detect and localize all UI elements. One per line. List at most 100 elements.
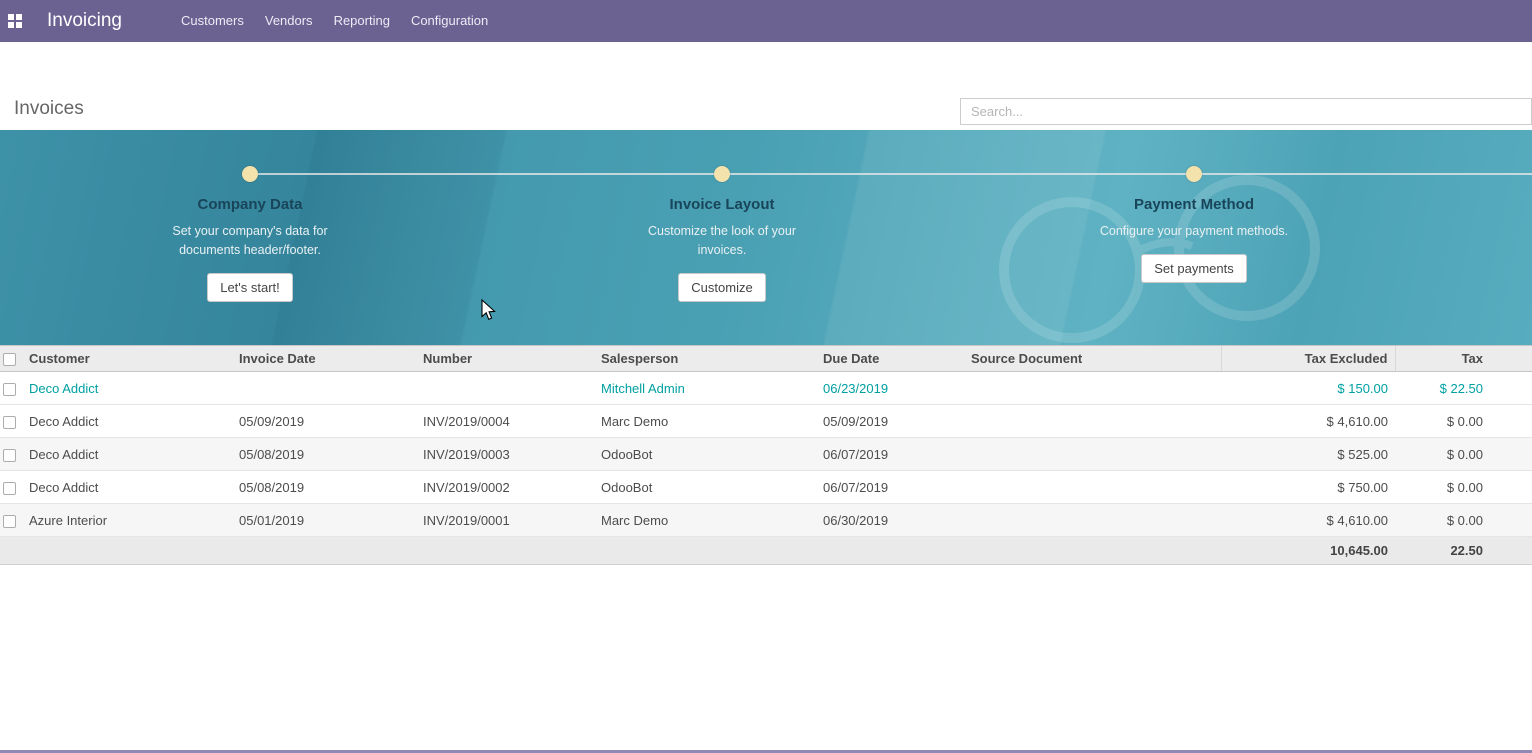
lets-start-button[interactable]: Let's start! <box>207 273 293 302</box>
step-title: Invoice Layout <box>669 196 774 213</box>
cell-tax-excluded: $ 4,610.00 <box>1221 504 1395 537</box>
cell-tax-excluded: $ 750.00 <box>1221 471 1395 504</box>
cell-salesperson: Mitchell Admin <box>597 372 819 405</box>
row-select-cell <box>0 405 25 438</box>
app-title[interactable]: Invoicing <box>47 10 122 32</box>
cell-tax-excluded: $ 525.00 <box>1221 438 1395 471</box>
cell-tax-excluded: $ 150.00 <box>1221 372 1395 405</box>
cell-number: INV/2019/0004 <box>419 405 597 438</box>
row-select-cell <box>0 372 25 405</box>
cell-invoice-date <box>235 372 419 405</box>
cell-due-date: 06/23/2019 <box>819 372 967 405</box>
column-header-customer[interactable]: Customer <box>25 346 235 372</box>
menu-reporting[interactable]: Reporting <box>332 0 392 42</box>
step-dot-icon <box>714 166 730 182</box>
row-checkbox[interactable] <box>3 383 16 396</box>
column-header-invoice-date[interactable]: Invoice Date <box>235 346 419 372</box>
cell-tax: $ 0.00 <box>1395 438 1532 471</box>
cell-invoice-date: 05/09/2019 <box>235 405 419 438</box>
onboarding-step-company-data: Company Data Set your company's data for… <box>100 166 400 302</box>
step-title: Payment Method <box>1134 196 1254 213</box>
cell-customer: Deco Addict <box>25 438 235 471</box>
table-footer-row: 10,645.00 22.50 <box>0 537 1532 565</box>
row-checkbox[interactable] <box>3 416 16 429</box>
row-select-cell <box>0 471 25 504</box>
step-description: Configure your payment methods. <box>1100 222 1288 241</box>
column-header-source-document[interactable]: Source Document <box>967 346 1221 372</box>
cell-customer: Azure Interior <box>25 504 235 537</box>
onboarding-step-payment-method: Payment Method Configure your payment me… <box>1044 166 1344 283</box>
cell-source-document <box>967 405 1221 438</box>
row-checkbox[interactable] <box>3 449 16 462</box>
onboarding-banner: Company Data Set your company's data for… <box>0 130 1532 345</box>
cell-number: INV/2019/0003 <box>419 438 597 471</box>
step-title: Company Data <box>197 196 302 213</box>
cell-tax-excluded: $ 4,610.00 <box>1221 405 1395 438</box>
onboarding-step-invoice-layout: Invoice Layout Customize the look of you… <box>572 166 872 302</box>
page-title: Invoices <box>14 98 84 120</box>
invoice-row[interactable]: Deco Addict05/09/2019INV/2019/0004Marc D… <box>0 405 1532 438</box>
invoice-row[interactable]: Deco Addict Mitchell Admin06/23/2019 $ 150… <box>0 372 1532 405</box>
step-description: Customize the look of your invoices. <box>622 222 822 260</box>
total-tax: 22.50 <box>1395 537 1532 565</box>
menu-vendors[interactable]: Vendors <box>263 0 315 42</box>
column-header-due-date[interactable]: Due Date <box>819 346 967 372</box>
cell-source-document <box>967 438 1221 471</box>
row-select-cell <box>0 504 25 537</box>
step-dot-icon <box>242 166 258 182</box>
select-all-cell <box>0 346 25 372</box>
mouse-cursor <box>481 299 497 321</box>
step-dot-icon <box>1186 166 1202 182</box>
column-header-tax[interactable]: Tax <box>1395 346 1532 372</box>
cell-invoice-date: 05/08/2019 <box>235 438 419 471</box>
column-header-tax-excluded[interactable]: Tax Excluded <box>1221 346 1395 372</box>
cell-number: INV/2019/0001 <box>419 504 597 537</box>
set-payments-button[interactable]: Set payments <box>1141 254 1247 283</box>
invoicing-app-window: Invoicing Customers Vendors Reporting Co… <box>0 0 1532 753</box>
invoice-row[interactable]: Deco Addict05/08/2019INV/2019/0002OdooBo… <box>0 471 1532 504</box>
cell-tax: $ 22.50 <box>1395 372 1532 405</box>
cell-invoice-date: 05/01/2019 <box>235 504 419 537</box>
main-menu: Customers Vendors Reporting Configuratio… <box>179 0 490 42</box>
menu-configuration[interactable]: Configuration <box>409 0 490 42</box>
column-header-salesperson[interactable]: Salesperson <box>597 346 819 372</box>
top-navbar: Invoicing Customers Vendors Reporting Co… <box>0 0 1532 42</box>
cell-salesperson: Marc Demo <box>597 504 819 537</box>
cell-customer: Deco Addict <box>25 405 235 438</box>
apps-menu-icon[interactable] <box>8 14 22 28</box>
row-select-cell <box>0 438 25 471</box>
invoice-row[interactable]: Azure Interior05/01/2019INV/2019/0001Mar… <box>0 504 1532 537</box>
cell-tax: $ 0.00 <box>1395 471 1532 504</box>
menu-customers[interactable]: Customers <box>179 0 246 42</box>
cell-salesperson: Marc Demo <box>597 405 819 438</box>
cell-customer: Deco Addict <box>25 471 235 504</box>
customize-button[interactable]: Customize <box>678 273 765 302</box>
cell-tax: $ 0.00 <box>1395 405 1532 438</box>
step-description: Set your company's data for documents he… <box>150 222 350 260</box>
cell-due-date: 06/07/2019 <box>819 471 967 504</box>
cell-number: INV/2019/0002 <box>419 471 597 504</box>
cell-source-document <box>967 471 1221 504</box>
cell-due-date: 06/07/2019 <box>819 438 967 471</box>
invoice-row[interactable]: Deco Addict05/08/2019INV/2019/0003OdooBo… <box>0 438 1532 471</box>
cell-customer: Deco Addict <box>25 372 235 405</box>
row-checkbox[interactable] <box>3 482 16 495</box>
total-tax-excluded: 10,645.00 <box>1221 537 1395 565</box>
cell-salesperson: OdooBot <box>597 471 819 504</box>
cell-number <box>419 372 597 405</box>
invoice-table: Customer Invoice Date Number Salesperson… <box>0 345 1532 565</box>
row-checkbox[interactable] <box>3 515 16 528</box>
cell-invoice-date: 05/08/2019 <box>235 471 419 504</box>
cell-due-date: 06/30/2019 <box>819 504 967 537</box>
select-all-checkbox[interactable] <box>3 353 16 366</box>
invoice-rows: Deco Addict Mitchell Admin06/23/2019 $ 150… <box>0 372 1532 537</box>
cell-source-document <box>967 504 1221 537</box>
cell-tax: $ 0.00 <box>1395 504 1532 537</box>
cell-salesperson: OdooBot <box>597 438 819 471</box>
cell-source-document <box>967 372 1221 405</box>
search-input[interactable] <box>960 98 1532 125</box>
column-header-number[interactable]: Number <box>419 346 597 372</box>
control-panel: Invoices + Create Import Filters Group B… <box>0 42 1532 130</box>
table-header-row: Customer Invoice Date Number Salesperson… <box>0 346 1532 372</box>
cell-due-date: 05/09/2019 <box>819 405 967 438</box>
